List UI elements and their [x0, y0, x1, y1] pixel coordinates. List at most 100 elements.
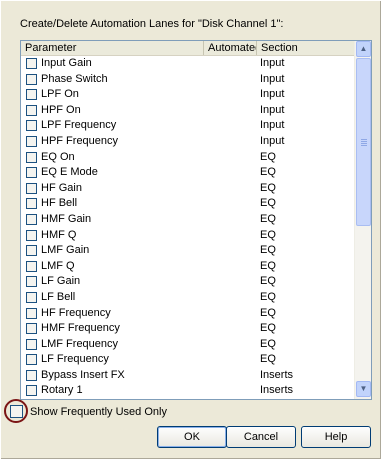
parameter-name: EQ On	[41, 150, 75, 163]
parameter-name: HF Gain	[41, 181, 82, 194]
parameter-list[interactable]: Parameter Automated Section Input Gain In…	[20, 40, 372, 400]
section-name: EQ	[260, 337, 276, 350]
scroll-down-button[interactable]: ▼	[356, 381, 371, 397]
section-name: EQ	[260, 353, 276, 366]
table-row[interactable]: EQ E Mode EQ	[21, 165, 354, 181]
parameter-name: EQ E Mode	[41, 166, 98, 179]
parameter-name: HPF Frequency	[41, 134, 119, 147]
table-row[interactable]: Bypass Insert FX Inserts	[21, 368, 354, 384]
row-checkbox[interactable]	[26, 151, 37, 163]
row-checkbox[interactable]	[26, 182, 37, 194]
section-name: EQ	[260, 166, 276, 179]
parameter-name: LF Frequency	[41, 353, 109, 366]
scroll-thumb[interactable]	[356, 58, 371, 226]
list-rows: Input Gain Input Phase Switch Input LPF On In…	[21, 56, 354, 399]
scroll-up-button[interactable]: ▲	[356, 41, 371, 57]
cancel-button[interactable]: Cancel	[226, 426, 296, 448]
parameter-name: Phase Switch	[41, 72, 108, 85]
parameter-name: LMF Frequency	[41, 337, 119, 350]
thumb-grip	[361, 141, 367, 142]
table-row[interactable]: Input Gain Input	[21, 56, 354, 72]
row-checkbox[interactable]	[26, 73, 37, 85]
table-row[interactable]: LPF Frequency Input	[21, 118, 354, 134]
table-row[interactable]: HF Frequency EQ	[21, 306, 354, 322]
section-name: EQ	[260, 181, 276, 194]
parameter-name: HMF Frequency	[41, 322, 120, 335]
section-name: EQ	[260, 275, 276, 288]
row-checkbox[interactable]	[26, 104, 37, 116]
automation-lanes-dialog: Create/Delete Automation Lanes for "Disk…	[0, 0, 382, 460]
row-checkbox[interactable]	[26, 120, 37, 132]
table-row[interactable]: HF Gain EQ	[21, 181, 354, 197]
section-name: EQ	[260, 197, 276, 210]
parameter-name: HF Frequency	[41, 306, 111, 319]
table-row[interactable]: LF Bell EQ	[21, 290, 354, 306]
dialog-caption: Create/Delete Automation Lanes for "Disk…	[20, 18, 284, 30]
table-row[interactable]: HMF Q EQ	[21, 228, 354, 244]
highlight-circle-annotation	[4, 399, 28, 423]
row-checkbox[interactable]	[26, 89, 37, 101]
parameter-name: LMF Gain	[41, 244, 90, 257]
row-checkbox[interactable]	[26, 213, 37, 225]
section-name: EQ	[260, 212, 276, 225]
row-checkbox[interactable]	[26, 276, 37, 288]
row-checkbox[interactable]	[26, 245, 37, 257]
table-row[interactable]: LMF Frequency EQ	[21, 337, 354, 353]
row-checkbox[interactable]	[26, 167, 37, 179]
thumb-grip	[361, 145, 367, 146]
row-checkbox[interactable]	[26, 198, 37, 210]
thumb-grip	[361, 143, 367, 144]
table-row[interactable]: HPF On Input	[21, 103, 354, 119]
table-row[interactable]: LF Gain EQ	[21, 274, 354, 290]
section-name: EQ	[260, 306, 276, 319]
ok-button[interactable]: OK	[157, 426, 227, 448]
parameter-name: HMF Gain	[41, 212, 92, 225]
table-row[interactable]: EQ On EQ	[21, 150, 354, 166]
row-checkbox[interactable]	[26, 323, 37, 335]
section-name: EQ	[260, 244, 276, 257]
table-row[interactable]: HPF Frequency Input	[21, 134, 354, 150]
vertical-scrollbar[interactable]: ▲ ▼	[354, 41, 371, 399]
parameter-name: LPF On	[41, 88, 79, 101]
column-header-section[interactable]: Section	[257, 41, 354, 55]
show-frequent-label: Show Frequently Used Only	[30, 406, 167, 418]
table-row[interactable]: LMF Q EQ	[21, 259, 354, 275]
table-row[interactable]: HMF Gain EQ	[21, 212, 354, 228]
table-row[interactable]: Phase Switch Input	[21, 72, 354, 88]
parameter-name: LMF Q	[41, 259, 75, 272]
row-checkbox[interactable]	[26, 354, 37, 366]
section-name: Input	[260, 57, 285, 69]
section-name: Input	[260, 134, 285, 147]
parameter-name: Rotary 1	[41, 384, 83, 397]
parameter-name: HF Bell	[41, 197, 78, 210]
parameter-name: Bypass Insert FX	[41, 368, 125, 381]
parameter-name: Input Gain	[41, 57, 92, 69]
row-checkbox[interactable]	[26, 58, 37, 69]
section-name: EQ	[260, 290, 276, 303]
table-row[interactable]: HMF Frequency EQ	[21, 321, 354, 337]
table-row[interactable]: LMF Gain EQ	[21, 243, 354, 259]
row-checkbox[interactable]	[26, 260, 37, 272]
parameter-name: LF Gain	[41, 275, 81, 288]
table-row[interactable]: LF Frequency EQ	[21, 352, 354, 368]
row-checkbox[interactable]	[26, 338, 37, 350]
section-name: EQ	[260, 150, 276, 163]
help-button[interactable]: Help	[301, 426, 371, 448]
section-name: Inserts	[260, 384, 294, 397]
row-checkbox[interactable]	[26, 385, 37, 397]
column-header-automated[interactable]: Automated	[204, 41, 257, 55]
row-checkbox[interactable]	[26, 369, 37, 381]
section-name: Input	[260, 103, 285, 116]
section-name: EQ	[260, 322, 276, 335]
section-name: Input	[260, 119, 285, 132]
table-row[interactable]: LPF On Input	[21, 87, 354, 103]
row-checkbox[interactable]	[26, 229, 37, 241]
parameter-name: HMF Q	[41, 228, 77, 241]
section-name: Inserts	[260, 368, 294, 381]
row-checkbox[interactable]	[26, 135, 37, 147]
row-checkbox[interactable]	[26, 307, 37, 319]
row-checkbox[interactable]	[26, 291, 37, 303]
table-row[interactable]: HF Bell EQ	[21, 196, 354, 212]
table-row[interactable]: Rotary 1 Inserts	[21, 383, 354, 399]
column-header-parameter[interactable]: Parameter	[21, 41, 204, 55]
